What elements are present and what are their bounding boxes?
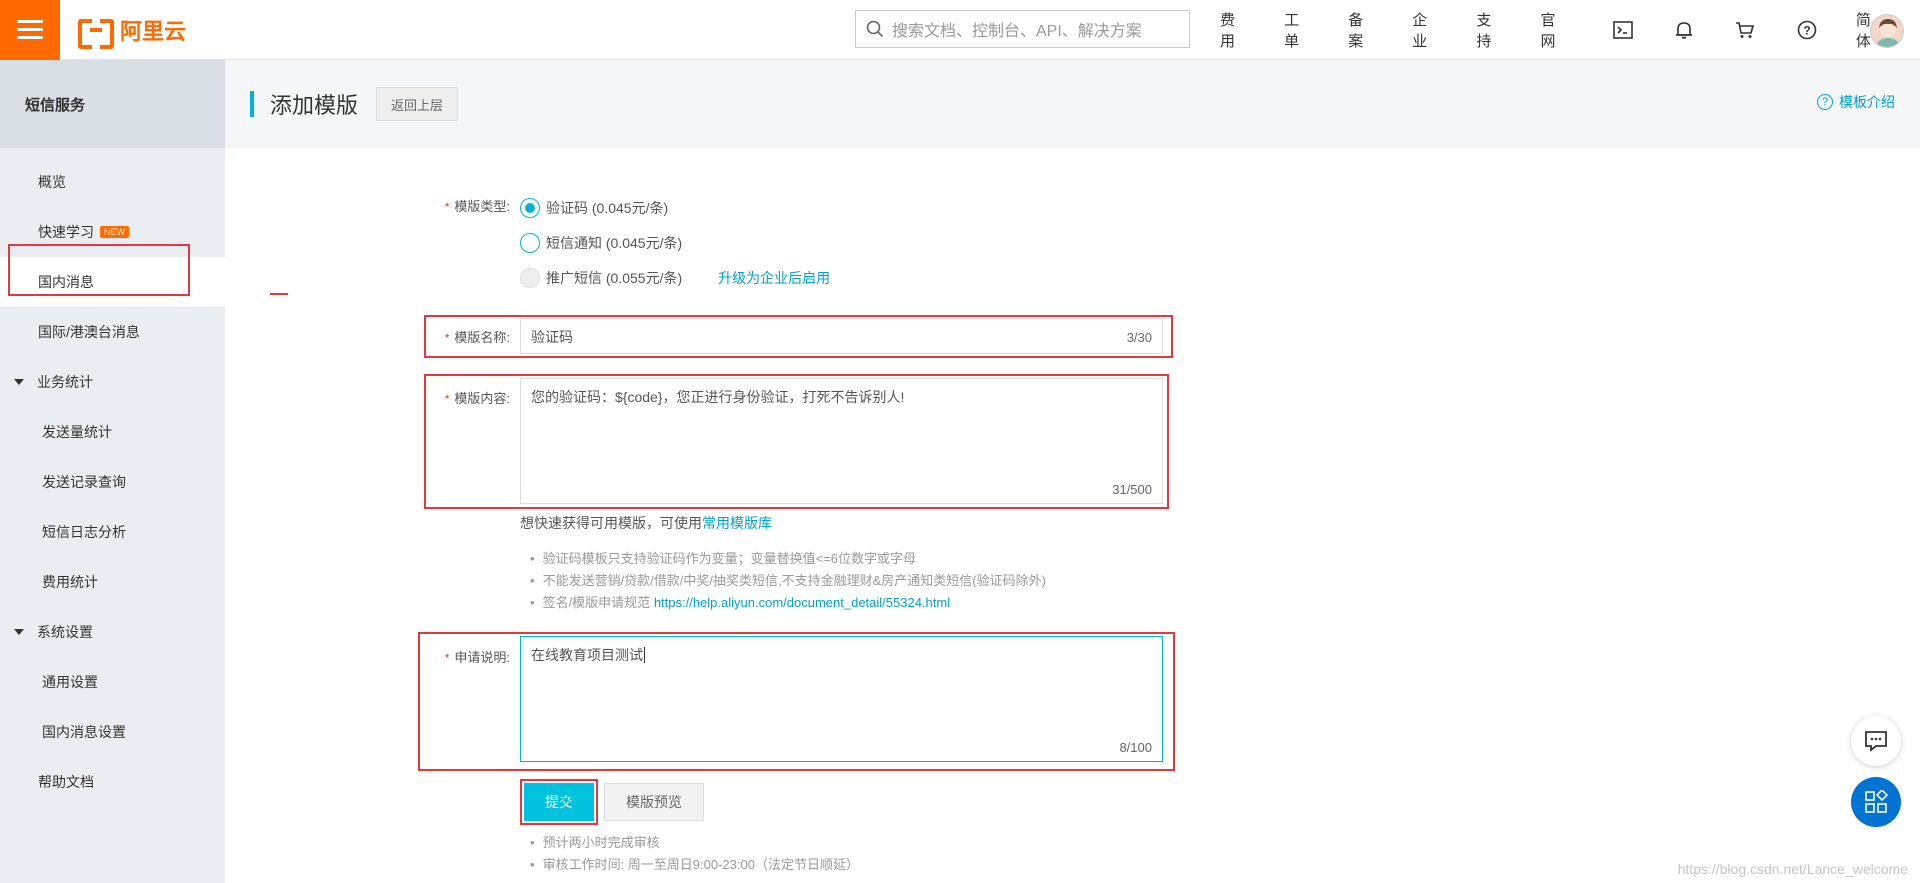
title-accent (250, 91, 254, 117)
note-item: 验证码模板只支持验证码作为变量；变量替换值<=6位数字或字母 (530, 548, 1046, 570)
sidebar-group-stats[interactable]: 业务统计 (0, 357, 225, 407)
nav-website[interactable]: 官网 (1540, 9, 1568, 51)
radio-icon[interactable] (520, 233, 540, 253)
sidebar-item-log-analysis[interactable]: 短信日志分析 (0, 507, 225, 557)
nav-icp[interactable]: 备案 (1348, 9, 1376, 51)
note-prefix: 签名/模版申请规范 (542, 595, 651, 610)
bell-icon[interactable] (1672, 17, 1696, 43)
nav-support[interactable]: 支持 (1476, 9, 1504, 51)
sidebar: 短信服务 概览 快速学习 NEW 国内消息 国际/港澳台消息 业务统计 发送量统计… (0, 60, 225, 883)
nav-enterprise[interactable]: 企业 (1412, 9, 1440, 51)
apps-icon (1865, 790, 1888, 813)
note-item: 预计两小时完成审核 (530, 832, 859, 854)
watermark: https://blog.csdn.net/Lance_welcome (1677, 861, 1908, 877)
radio-checked-icon[interactable] (520, 198, 540, 218)
sidebar-item-general-settings[interactable]: 通用设置 (0, 657, 225, 707)
sidebar-item-label: 国际/港澳台消息 (38, 324, 140, 340)
red-dash-mark (270, 293, 288, 295)
quick-hint-text: 想快速获得可用模版，可使用 (520, 515, 702, 531)
highlight-box (520, 779, 598, 825)
type-label-text: 模版类型: (454, 199, 510, 214)
type-option-label: 验证码 (0.045元/条) (546, 200, 669, 216)
sidebar-group-settings[interactable]: 系统设置 (0, 607, 225, 657)
sidebar-item-fee-stats[interactable]: 费用统计 (0, 557, 225, 607)
page-header: 添加模版 返回上层 ? 模板介绍 (225, 60, 1920, 148)
highlight-box (8, 244, 190, 296)
logo-text: 阿里云 (120, 18, 187, 44)
sidebar-item-label: 费用统计 (42, 574, 98, 590)
sidebar-item-help-docs[interactable]: 帮助文档 (0, 757, 225, 807)
help-icon[interactable]: ? (1795, 17, 1819, 43)
type-label: * 模版类型: (420, 196, 510, 215)
menu-icon[interactable] (0, 0, 60, 60)
type-option-promo: 推广短信 (0.055元/条) 升级为企业后启用 (520, 268, 830, 288)
sidebar-item-label: 发送记录查询 (42, 474, 126, 490)
sidebar-item-label: 概览 (38, 174, 66, 190)
chat-button[interactable] (1851, 716, 1901, 766)
sidebar-item-label: 国内消息设置 (42, 724, 126, 740)
apps-button[interactable] (1851, 777, 1901, 827)
sidebar-item-international[interactable]: 国际/港澳台消息 (0, 307, 225, 357)
question-icon: ? (1817, 94, 1833, 110)
sidebar-item-label: 快速学习 (38, 224, 94, 240)
sidebar-item-label: 帮助文档 (38, 774, 94, 790)
sidebar-item-label: 系统设置 (37, 624, 93, 640)
sidebar-item-label: 发送量统计 (42, 424, 112, 440)
caret-down-icon (14, 629, 24, 635)
rules-notes: 验证码模板只支持验证码作为变量；变量替换值<=6位数字或字母 不能发送营销/贷款… (530, 548, 1046, 614)
common-templates-link[interactable]: 常用模版库 (702, 515, 772, 531)
radio-disabled-icon (520, 268, 540, 288)
template-intro-label: 模板介绍 (1839, 94, 1895, 110)
required-star: * (444, 200, 450, 214)
sidebar-item-label: 通用设置 (42, 674, 98, 690)
sidebar-item-domestic-settings[interactable]: 国内消息设置 (0, 707, 225, 757)
sidebar-item-label: 业务统计 (37, 374, 93, 390)
highlight-box (424, 315, 1173, 358)
quick-template-hint: 想快速获得可用模版，可使用常用模版库 (520, 513, 772, 533)
sidebar-item-overview[interactable]: 概览 (0, 157, 225, 207)
note-item: 审核工作时间: 周一至周日9:00-23:00（法定节日顺延） (530, 854, 859, 876)
caret-down-icon (14, 379, 24, 385)
preview-button[interactable]: 模版预览 (604, 783, 704, 821)
top-bar: 阿里云 搜索文档、控制台、API、解决方案 费用 工单 备案 企业 支持 官网 … (0, 0, 1920, 60)
cart-icon[interactable] (1733, 17, 1757, 43)
nav-fees[interactable]: 费用 (1220, 9, 1248, 51)
spec-doc-link[interactable]: https://help.aliyun.com/document_detail/… (654, 595, 950, 610)
review-notes: 预计两小时完成审核 审核工作时间: 周一至周日9:00-23:00（法定节日顺延… (530, 832, 859, 876)
search-placeholder: 搜索文档、控制台、API、解决方案 (892, 23, 1142, 40)
sidebar-item-send-records[interactable]: 发送记录查询 (0, 457, 225, 507)
type-option-notice[interactable]: 短信通知 (0.045元/条) (520, 233, 682, 253)
back-button[interactable]: 返回上层 (376, 87, 459, 121)
highlight-box (424, 374, 1169, 509)
sidebar-item-send-volume[interactable]: 发送量统计 (0, 407, 225, 457)
sidebar-item-label: 短信日志分析 (42, 524, 126, 540)
note-item: 签名/模版申请规范 https://help.aliyun.com/docume… (530, 592, 1046, 614)
note-item: 不能发送营销/贷款/借款/中奖/抽奖类短信,不支持金融理财&房产通知类短信(验证… (530, 570, 1046, 592)
aliyun-logo-icon (78, 18, 114, 49)
highlight-box (418, 632, 1175, 771)
logo[interactable]: 阿里云 (78, 14, 187, 49)
avatar[interactable] (1870, 14, 1904, 48)
search-icon (866, 20, 884, 38)
top-nav: 费用 工单 备案 企业 支持 官网 ? 简体 (1220, 0, 1920, 60)
chat-icon (1865, 731, 1887, 752)
svg-text:?: ? (1803, 24, 1810, 38)
terminal-icon[interactable] (1611, 17, 1635, 43)
type-option-verify[interactable]: 验证码 (0.045元/条) (520, 198, 668, 218)
search-input[interactable]: 搜索文档、控制台、API、解决方案 (855, 10, 1190, 48)
template-intro-link[interactable]: ? 模板介绍 (1817, 92, 1895, 112)
nav-tickets[interactable]: 工单 (1284, 9, 1312, 51)
page-title: 添加模版 (270, 93, 359, 118)
type-option-label: 推广短信 (0.055元/条) (546, 270, 683, 286)
sidebar-title: 短信服务 (0, 60, 225, 148)
upgrade-link[interactable]: 升级为企业后启用 (718, 268, 830, 288)
type-option-label: 短信通知 (0.045元/条) (546, 235, 683, 251)
new-badge: NEW (100, 226, 129, 238)
